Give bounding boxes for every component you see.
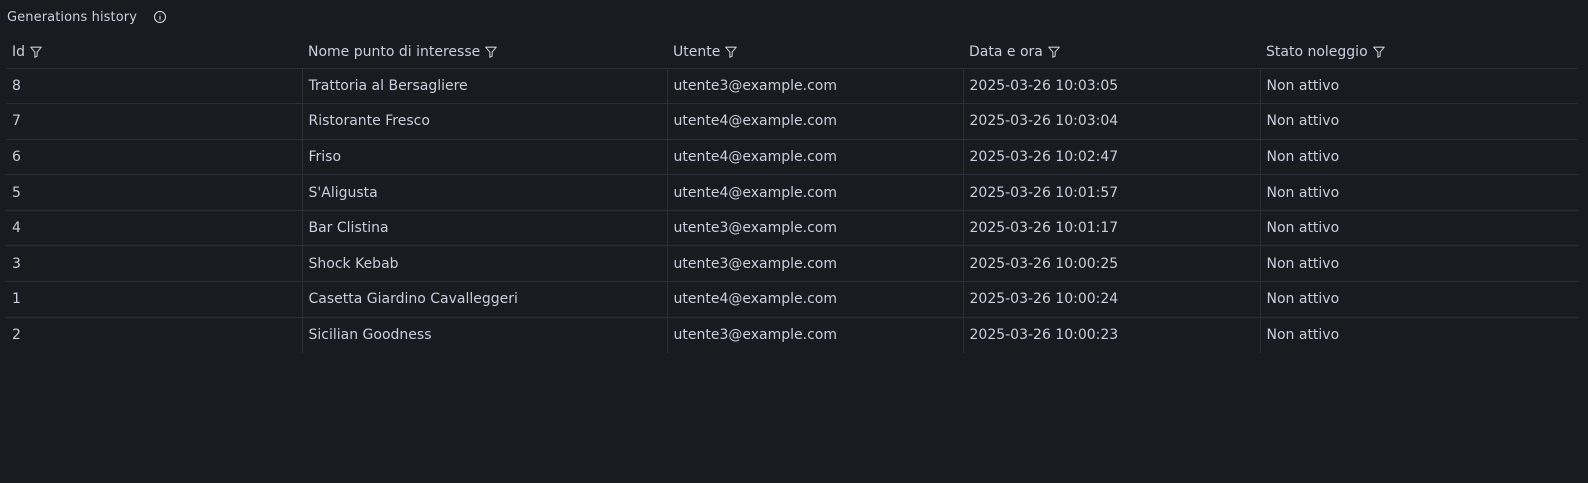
cell-datetime: 2025-03-26 10:03:04 [962, 103, 1260, 140]
cell-user: utente3@example.com [666, 68, 963, 105]
table-row: 1 Casetta Giardino Cavalleggeri utente4@ex… [6, 281, 1578, 318]
panel-title: Generations history [7, 9, 138, 25]
cell-id[interactable]: 8 [6, 68, 302, 105]
table-row: 7 Ristorante Fresco utente4@example.com 202… [6, 103, 1578, 140]
cell-id[interactable]: 2 [6, 317, 302, 353]
column-header-datetime[interactable]: Data e ora [963, 36, 1260, 69]
cell-datetime: 2025-03-26 10:00:25 [962, 245, 1260, 283]
cell-rental-status: Non attivo [1259, 103, 1578, 140]
table-row: 8 Trattoria al Bersagliere utente3@example… [6, 68, 1578, 105]
column-header-inner: Stato noleggio [1266, 44, 1386, 60]
cell-user: utente4@example.com [666, 139, 963, 176]
cell-poi-name: Casetta Giardino Cavalleggeri [301, 281, 667, 318]
cell-poi-name: Bar Clistina [301, 210, 667, 247]
cell-poi-name: Ristorante Fresco [301, 103, 667, 140]
cell-poi-name: Shock Kebab [301, 245, 667, 283]
cell-user: utente3@example.com [666, 210, 963, 247]
cell-rental-status: Non attivo [1259, 317, 1578, 353]
column-header-inner: Data e ora [969, 44, 1061, 60]
cell-poi-name: Friso [301, 139, 667, 176]
cell-user: utente4@example.com [666, 174, 963, 211]
column-header-label: Data e ora [969, 43, 1043, 60]
table-row: 2 Sicilian Goodness utente3@example.com 202… [6, 317, 1578, 353]
cell-poi-name: Sicilian Goodness [301, 317, 667, 353]
cell-user: utente4@example.com [666, 281, 963, 318]
cell-rental-status: Non attivo [1259, 245, 1578, 283]
filter-icon[interactable] [484, 45, 498, 59]
cell-user: utente3@example.com [666, 317, 963, 353]
filter-icon[interactable] [724, 45, 738, 59]
column-header-inner: Nome punto di interesse [308, 44, 498, 60]
cell-rental-status: Non attivo [1259, 174, 1578, 211]
column-header-id[interactable]: Id [6, 36, 302, 69]
generations-table: Id Nome punto di interesse Utente Data e… [6, 36, 1578, 353]
filter-icon[interactable] [1372, 45, 1386, 59]
cell-rental-status: Non attivo [1259, 139, 1578, 176]
generations-history-panel: Generations history Id Nome punto di int… [0, 0, 1588, 483]
cell-id[interactable]: 1 [6, 281, 302, 318]
column-header-rental-status[interactable]: Stato noleggio [1260, 36, 1578, 69]
column-header-label: Stato noleggio [1266, 43, 1368, 60]
column-header-user[interactable]: Utente [667, 36, 963, 69]
cell-rental-status: Non attivo [1259, 210, 1578, 247]
cell-datetime: 2025-03-26 10:03:05 [962, 68, 1260, 105]
cell-rental-status: Non attivo [1259, 281, 1578, 318]
table-row: 5 S'Aligusta utente4@example.com 2025-03-26… [6, 174, 1578, 211]
filter-icon[interactable] [1047, 45, 1061, 59]
table-row: 4 Bar Clistina utente3@example.com 2025-03-… [6, 210, 1578, 247]
cell-datetime: 2025-03-26 10:01:57 [962, 174, 1260, 211]
cell-user: utente3@example.com [666, 245, 963, 283]
table-row: 6 Friso utente4@example.com 2025-03-26 10:0… [6, 139, 1578, 176]
cell-id[interactable]: 6 [6, 139, 302, 176]
cell-datetime: 2025-03-26 10:02:47 [962, 139, 1260, 176]
cell-poi-name: Trattoria al Bersagliere [301, 68, 667, 105]
cell-datetime: 2025-03-26 10:00:23 [962, 317, 1260, 353]
cell-poi-name: S'Aligusta [301, 174, 667, 211]
panel-header: Generations history [7, 7, 167, 27]
filter-icon[interactable] [29, 45, 43, 59]
cell-user: utente4@example.com [666, 103, 963, 140]
column-header-label: Nome punto di interesse [308, 43, 481, 60]
cell-id[interactable]: 5 [6, 174, 302, 211]
cell-rental-status: Non attivo [1259, 68, 1578, 105]
cell-datetime: 2025-03-26 10:01:17 [962, 210, 1260, 247]
cell-id[interactable]: 7 [6, 103, 302, 140]
info-circle-icon[interactable] [153, 10, 167, 24]
table-header-row: Id Nome punto di interesse Utente Data e… [6, 36, 1578, 69]
cell-id[interactable]: 3 [6, 245, 302, 283]
cell-datetime: 2025-03-26 10:00:24 [962, 281, 1260, 318]
column-header-poi-name[interactable]: Nome punto di interesse [302, 36, 667, 69]
table-row: 3 Shock Kebab utente3@example.com 2025-03-2… [6, 245, 1578, 283]
column-header-inner: Id [12, 44, 43, 60]
column-header-label: Utente [673, 43, 721, 60]
column-header-inner: Utente [673, 44, 738, 60]
column-header-label: Id [12, 43, 26, 60]
table-body: 8 Trattoria al Bersagliere utente3@example… [6, 68, 1578, 353]
cell-id[interactable]: 4 [6, 210, 302, 247]
